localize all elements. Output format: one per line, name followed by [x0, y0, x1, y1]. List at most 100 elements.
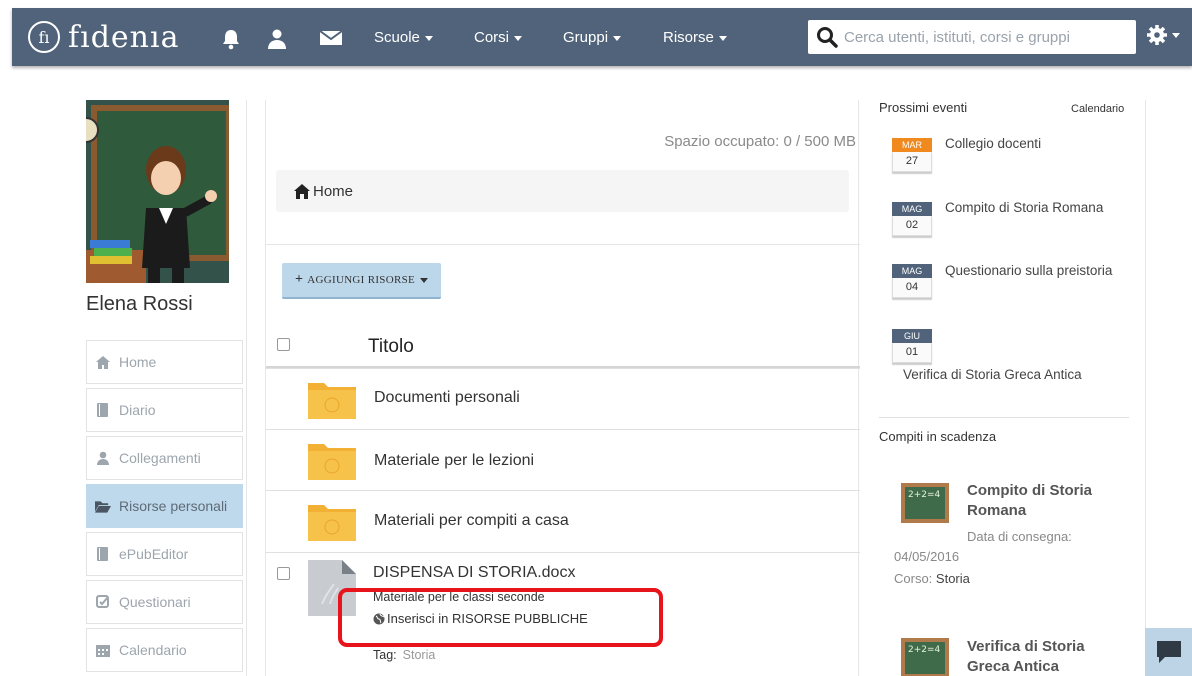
menu-corsi[interactable]: Corsi [474, 29, 523, 46]
folder-row[interactable]: Materiale per le lezioni [266, 429, 860, 490]
breadcrumb-home[interactable]: Home [313, 183, 353, 200]
sidebar-item-epubeditor[interactable]: ePubEditor [86, 532, 243, 576]
sidebar-item-label: Questionari [119, 594, 191, 610]
event-title[interactable]: Compito di Storia Romana [945, 200, 1103, 215]
sidebar-item-label: ePubEditor [119, 546, 189, 562]
folder-row[interactable]: Documenti personali [266, 368, 860, 429]
right-sidebar: Prossimi eventi Calendario MAR 27 Colleg… [876, 100, 1146, 676]
sidebar-item-home[interactable]: Home [86, 340, 243, 384]
event-title[interactable]: Verifica di Storia Greca Antica [903, 367, 1082, 382]
sidebar-item-questionari[interactable]: Questionari [86, 580, 243, 624]
sidebar-item-diario[interactable]: Diario [86, 388, 243, 432]
checkbox-icon [95, 594, 111, 610]
menu-gruppi-label: Gruppi [563, 29, 609, 46]
event-month: MAG [892, 202, 932, 216]
title-column-header[interactable]: Titolo [368, 336, 414, 358]
task-title[interactable]: Verifica di Storia Greca Antica [967, 637, 1127, 676]
event-date-badge: MAR 27 [892, 138, 932, 172]
task-due-date: 04/05/2016 [894, 549, 960, 564]
divider [879, 417, 1129, 418]
logo-mark: fı [28, 21, 60, 53]
chat-icon [1156, 641, 1181, 663]
breadcrumb[interactable]: Home [276, 170, 849, 212]
folder-name[interactable]: Documenti personali [374, 389, 520, 407]
home-icon [95, 354, 111, 370]
file-name[interactable]: DISPENSA DI STORIA.docx [373, 564, 575, 582]
envelope-icon[interactable] [319, 28, 343, 48]
add-resources-button[interactable]: + AGGIUNGI RISORSE [282, 263, 441, 299]
calendar-link[interactable]: Calendario [1071, 103, 1124, 115]
chevron-down-icon [718, 35, 727, 41]
user-icon [95, 450, 111, 466]
column-divider [246, 100, 247, 676]
folder-icon [308, 505, 356, 541]
highlight-annotation [338, 588, 663, 647]
chat-button[interactable] [1145, 628, 1192, 676]
profile-name[interactable]: Elena Rossi [86, 293, 193, 316]
events-title: Prossimi eventi [879, 100, 968, 115]
sidebar-item-label: Home [119, 354, 157, 370]
plus-icon: + [294, 272, 304, 287]
folder-name[interactable]: Materiali per compiti a casa [374, 512, 569, 530]
event-date-badge: MAG 02 [892, 202, 932, 236]
menu-risorse[interactable]: Risorse [663, 29, 727, 46]
folder-open-icon [95, 498, 111, 514]
sidebar-item-calendario[interactable]: Calendario [86, 628, 243, 672]
task-course: Corso: Storia [894, 571, 970, 586]
sidebar-item-collegamenti[interactable]: Collegamenti [86, 436, 243, 480]
book-icon [95, 402, 111, 418]
task-course-label: Corso: [894, 571, 933, 586]
folder-row[interactable]: Materiali per compiti a casa [266, 490, 860, 552]
sidebar-item-label: Calendario [119, 642, 187, 658]
logo-text: fıdenıa [68, 19, 180, 55]
event-date-badge: MAG 04 [892, 264, 932, 298]
top-navbar: fı fıdenıa Scuole Corsi Gruppi Risorse [12, 8, 1192, 66]
menu-scuole-label: Scuole [374, 29, 420, 46]
fidenia-logo[interactable]: fı fıdenıa [28, 17, 179, 57]
event-day: 01 [892, 343, 932, 363]
event-title[interactable]: Collegio docenti [945, 136, 1041, 151]
chevron-down-icon [424, 35, 433, 41]
menu-risorse-label: Risorse [663, 29, 714, 46]
page: fı fıdenıa Scuole Corsi Gruppi Risorse C… [0, 0, 1192, 676]
select-all-checkbox[interactable] [277, 338, 290, 351]
calendar-icon [95, 642, 111, 658]
menu-scuole[interactable]: Scuole [374, 29, 433, 46]
file-tags: Tag: Storia [373, 648, 435, 662]
chevron-down-icon [514, 35, 523, 41]
book-icon [95, 546, 111, 562]
gear-icon[interactable] [1146, 24, 1180, 51]
chalkboard-icon: 2+2=4 [901, 638, 949, 676]
tag-value[interactable]: Storia [403, 648, 436, 662]
search-icon[interactable] [816, 26, 838, 48]
event-month: MAG [892, 264, 932, 278]
sidebar-item-label: Risorse personali [119, 498, 228, 514]
folder-icon [308, 444, 356, 480]
event-day: 02 [892, 216, 932, 236]
folder-name[interactable]: Materiale per le lezioni [374, 452, 534, 470]
event-month: GIU [892, 329, 932, 343]
sidebar-item-label: Diario [119, 402, 156, 418]
search-input[interactable] [844, 28, 1124, 46]
chalkboard-icon: 2+2=4 [901, 483, 949, 523]
board-text: 2+2=4 [908, 645, 941, 655]
user-icon[interactable] [266, 28, 288, 49]
event-date-badge: GIU 01 [892, 329, 932, 363]
task-due-label: Data di consegna: [967, 529, 1072, 544]
folder-icon [308, 383, 356, 419]
profile-avatar[interactable] [86, 100, 229, 283]
sidebar-item-label: Collegamenti [119, 450, 201, 466]
file-checkbox[interactable] [277, 567, 290, 580]
chevron-down-icon [613, 35, 622, 41]
bell-icon[interactable] [220, 28, 242, 50]
tag-label: Tag: [373, 648, 397, 662]
add-resources-label: AGGIUNGI RISORSE [307, 274, 416, 286]
event-month: MAR [892, 138, 932, 152]
chevron-down-icon [420, 277, 429, 283]
event-title[interactable]: Questionario sulla preistoria [945, 263, 1112, 278]
divider [266, 244, 860, 245]
task-title[interactable]: Compito di Storia Romana [967, 481, 1127, 521]
event-day: 04 [892, 278, 932, 298]
sidebar-item-risorse-personali[interactable]: Risorse personali [86, 484, 243, 528]
menu-gruppi[interactable]: Gruppi [563, 29, 622, 46]
